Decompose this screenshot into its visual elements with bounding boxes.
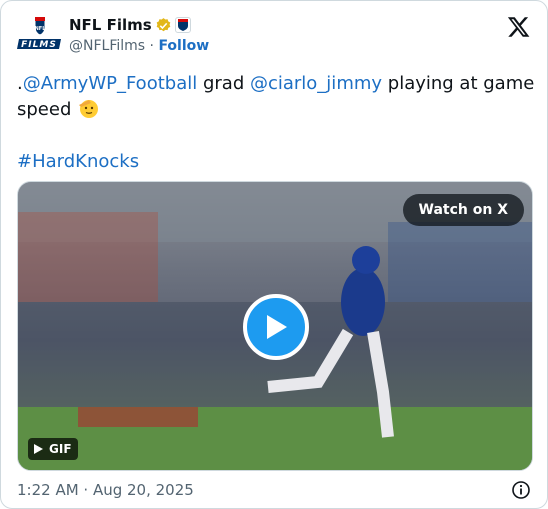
mention-armywp-football[interactable]: @ArmyWP_Football (23, 73, 198, 94)
nfl-affiliate-badge-icon[interactable] (174, 17, 191, 33)
follow-button[interactable]: Follow (158, 38, 209, 54)
watch-on-x-button[interactable]: Watch on X (402, 194, 524, 226)
saluting-face-emoji-icon (77, 97, 99, 119)
display-name[interactable]: NFL Films (69, 16, 152, 34)
gif-badge: GIF (28, 438, 78, 460)
play-small-icon (34, 444, 43, 454)
hashtag-hardknocks[interactable]: #HardKnocks (17, 151, 139, 172)
mention-ciarlo-jimmy[interactable]: @ciarlo_jimmy (250, 73, 382, 94)
svg-text:FILMS: FILMS (21, 40, 57, 50)
play-icon (267, 315, 287, 339)
tweet-mid-text: grad (197, 73, 250, 94)
tweet-card: NFL FILMS NFL Films @NFLFilms · Follow .… (0, 0, 548, 509)
tweet-footer: 1:22 AM · Aug 20, 2025 (17, 479, 531, 501)
play-button[interactable] (243, 294, 309, 360)
separator-dot: · (145, 38, 159, 54)
gif-label: GIF (49, 442, 72, 456)
tweet-header: NFL FILMS NFL Films @NFLFilms · Follow (17, 13, 533, 57)
tweet-timestamp[interactable]: 1:22 AM · Aug 20, 2025 (17, 481, 194, 499)
x-logo-icon[interactable] (507, 15, 531, 39)
svg-text:NFL: NFL (35, 26, 47, 32)
gold-verified-icon (155, 17, 172, 34)
media-gif[interactable]: Watch on X GIF (17, 181, 533, 471)
author-handle[interactable]: @NFLFilms (69, 38, 145, 54)
tweet-text: .@ArmyWP_Football grad @ciarlo_jimmy pla… (17, 71, 537, 175)
info-icon[interactable] (511, 480, 531, 500)
nfl-films-avatar[interactable]: NFL FILMS (17, 15, 63, 55)
author-names: NFL Films @NFLFilms · Follow (69, 15, 209, 57)
